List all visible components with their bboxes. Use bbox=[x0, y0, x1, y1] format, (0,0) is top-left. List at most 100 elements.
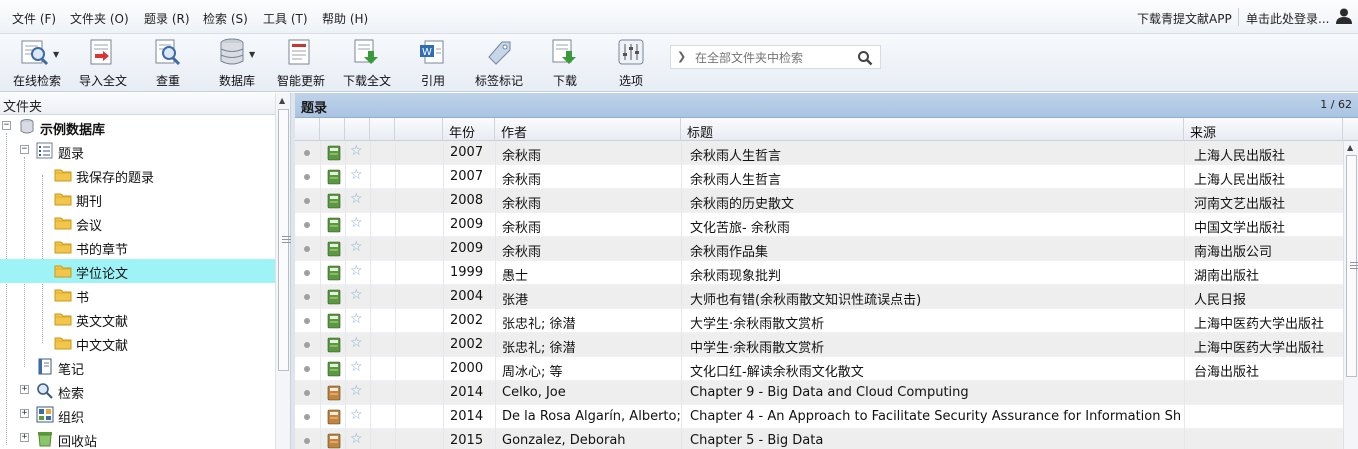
menu-search[interactable]: 检索 (S) bbox=[203, 10, 248, 27]
table-row[interactable]: ☆ 2002 张忠礼; 徐潜 大学生·余秋雨散文赏析 上海中医药大学出版社 bbox=[295, 309, 1343, 333]
expand-icon[interactable]: + bbox=[20, 433, 29, 442]
star-icon[interactable]: ☆ bbox=[350, 287, 363, 303]
login-link[interactable]: 单击此处登录... bbox=[1246, 10, 1329, 27]
table-row[interactable]: ☆ 2014 Celko, Joe Chapter 9 - Big Data and … bbox=[295, 381, 1343, 405]
star-icon[interactable]: ☆ bbox=[350, 407, 363, 423]
tree-item-root[interactable]: − 示例数据库 bbox=[0, 115, 275, 139]
star-icon[interactable]: ☆ bbox=[350, 167, 363, 183]
cell-year: 2009 bbox=[450, 217, 484, 232]
online-search-button[interactable]: ▼ 在线检索 bbox=[8, 37, 66, 89]
chevron-down-icon[interactable]: ▼ bbox=[249, 50, 255, 59]
options-button[interactable]: 选项 bbox=[612, 37, 650, 89]
download-app-link[interactable]: 下载青提文献APP bbox=[1137, 10, 1232, 27]
scroll-up-icon[interactable]: ▲ bbox=[1347, 143, 1353, 152]
table-row[interactable]: ☆ 2009 余秋雨 余秋雨作品集 南海出版公司 bbox=[295, 237, 1343, 261]
tree-item-folder[interactable]: 期刊 bbox=[0, 187, 275, 211]
menu-records[interactable]: 题录 (R) bbox=[144, 10, 190, 27]
tree-item-records[interactable]: − 题录 bbox=[0, 139, 275, 163]
tree-item-folder[interactable]: 书 bbox=[0, 283, 275, 307]
column-star[interactable] bbox=[345, 118, 370, 141]
folder-pane-scrollbar[interactable]: ▲ bbox=[275, 93, 291, 449]
read-status-icon[interactable] bbox=[304, 366, 310, 372]
star-icon[interactable]: ☆ bbox=[350, 311, 363, 327]
read-status-icon[interactable] bbox=[304, 174, 310, 180]
dedup-button[interactable]: 查重 bbox=[145, 37, 191, 89]
read-status-icon[interactable] bbox=[304, 246, 310, 252]
star-icon[interactable]: ☆ bbox=[350, 359, 363, 375]
smart-update-button[interactable]: 智能更新 bbox=[274, 37, 328, 89]
read-status-icon[interactable] bbox=[304, 414, 310, 420]
scroll-thumb[interactable] bbox=[1346, 155, 1358, 377]
chevron-down-icon[interactable]: ▼ bbox=[53, 50, 59, 59]
menu-file[interactable]: 文件 (F) bbox=[12, 10, 56, 27]
star-icon[interactable]: ☆ bbox=[350, 239, 363, 255]
table-row[interactable]: ☆ 2015 Gonzalez, Deborah Chapter 5 - Big Da… bbox=[295, 429, 1343, 449]
column-source[interactable]: 来源 bbox=[1184, 118, 1343, 141]
menu-help[interactable]: 帮助 (H) bbox=[322, 10, 368, 27]
cite-button[interactable]: W 引用 bbox=[414, 37, 452, 89]
tag-button[interactable]: 标签标记 bbox=[472, 37, 526, 89]
tree-item-organize[interactable]: + 组织 bbox=[0, 403, 275, 427]
download-button[interactable]: 下载 bbox=[545, 37, 585, 89]
table-row[interactable]: ☆ 1999 愚士 余秋雨现象批判 湖南出版社 bbox=[295, 261, 1343, 285]
table-row[interactable]: ☆ 2007 余秋雨 余秋雨人生哲言 上海人民出版社 bbox=[295, 141, 1343, 165]
read-status-icon[interactable] bbox=[304, 438, 310, 444]
column-author[interactable]: 作者 bbox=[495, 118, 681, 141]
database-button[interactable]: ▼ 数据库 bbox=[212, 37, 262, 89]
tree-item-notes[interactable]: 笔记 bbox=[0, 355, 275, 379]
tree-item-folder[interactable]: 书的章节 bbox=[0, 235, 275, 259]
column-divider bbox=[395, 357, 396, 381]
tree-item-folder[interactable]: 英文文献 bbox=[0, 307, 275, 331]
column-divider bbox=[345, 141, 346, 165]
read-status-icon[interactable] bbox=[304, 270, 310, 276]
collapse-icon[interactable]: − bbox=[20, 145, 29, 154]
read-status-icon[interactable] bbox=[304, 342, 310, 348]
read-status-icon[interactable] bbox=[304, 318, 310, 324]
star-icon[interactable]: ☆ bbox=[350, 263, 363, 279]
tree-item-folder[interactable]: 我保存的题录 bbox=[0, 163, 275, 187]
star-icon[interactable]: ☆ bbox=[350, 191, 363, 207]
tree-item-folder[interactable]: 中文文献 bbox=[0, 331, 275, 355]
star-icon[interactable]: ☆ bbox=[350, 335, 363, 351]
star-icon[interactable]: ☆ bbox=[350, 215, 363, 231]
column-flag[interactable] bbox=[370, 118, 395, 141]
column-title[interactable]: 标题 bbox=[681, 118, 1184, 141]
import-fulltext-button[interactable]: 导入全文 bbox=[76, 37, 130, 89]
table-row[interactable]: ☆ 2000 周冰心; 等 文化口红-解读余秋雨文化散文 台海出版社 bbox=[295, 357, 1343, 381]
menu-tools[interactable]: 工具 (T) bbox=[263, 10, 308, 27]
search-input[interactable] bbox=[695, 49, 845, 66]
scroll-up-icon[interactable]: ▲ bbox=[279, 96, 285, 105]
star-icon[interactable]: ☆ bbox=[350, 383, 363, 399]
table-row[interactable]: ☆ 2009 余秋雨 文化苦旅- 余秋雨 中国文学出版社 bbox=[295, 213, 1343, 237]
scroll-thumb[interactable] bbox=[278, 109, 291, 371]
column-attach[interactable] bbox=[395, 118, 443, 141]
column-status[interactable] bbox=[295, 118, 320, 141]
search-icon[interactable] bbox=[857, 50, 873, 66]
records-scrollbar[interactable]: ▲ bbox=[1343, 141, 1358, 449]
expand-icon[interactable]: + bbox=[20, 385, 29, 394]
tree-item-folder[interactable]: 会议 bbox=[0, 211, 275, 235]
read-status-icon[interactable] bbox=[304, 198, 310, 204]
read-status-icon[interactable] bbox=[304, 222, 310, 228]
star-icon[interactable]: ☆ bbox=[350, 143, 363, 159]
download-fulltext-button[interactable]: 下载全文 bbox=[340, 37, 394, 89]
table-row[interactable]: ☆ 2008 余秋雨 余秋雨的历史散文 河南文艺出版社 bbox=[295, 189, 1343, 213]
tree-item-folder-selected[interactable]: 学位论文 bbox=[0, 259, 275, 283]
menu-folder[interactable]: 文件夹 (O) bbox=[70, 10, 129, 27]
table-row[interactable]: ☆ 2014 De la Rosa Algarín, Alberto;... Chap… bbox=[295, 405, 1343, 429]
column-type[interactable] bbox=[320, 118, 345, 141]
tree-item-search[interactable]: + 检索 bbox=[0, 379, 275, 403]
table-row[interactable]: ☆ 2007 余秋雨 余秋雨人生哲言 上海人民出版社 bbox=[295, 165, 1343, 189]
user-icon[interactable] bbox=[1335, 7, 1353, 25]
table-row[interactable]: ☆ 2004 张港 大师也有错(余秋雨散文知识性疏误点击) 人民日报 bbox=[295, 285, 1343, 309]
table-row[interactable]: ☆ 2002 张忠礼; 徐潜 中学生·余秋雨散文赏析 上海中医药大学出版社 bbox=[295, 333, 1343, 357]
star-icon[interactable]: ☆ bbox=[350, 431, 363, 447]
column-year[interactable]: 年份 bbox=[443, 118, 495, 141]
read-status-icon[interactable] bbox=[304, 390, 310, 396]
collapse-icon[interactable]: − bbox=[2, 121, 11, 130]
read-status-icon[interactable] bbox=[304, 150, 310, 156]
tree-item-recycle[interactable]: + 回收站 bbox=[0, 427, 275, 449]
chevron-down-icon[interactable]: ❯ bbox=[677, 50, 686, 63]
read-status-icon[interactable] bbox=[304, 294, 310, 300]
expand-icon[interactable]: + bbox=[20, 409, 29, 418]
